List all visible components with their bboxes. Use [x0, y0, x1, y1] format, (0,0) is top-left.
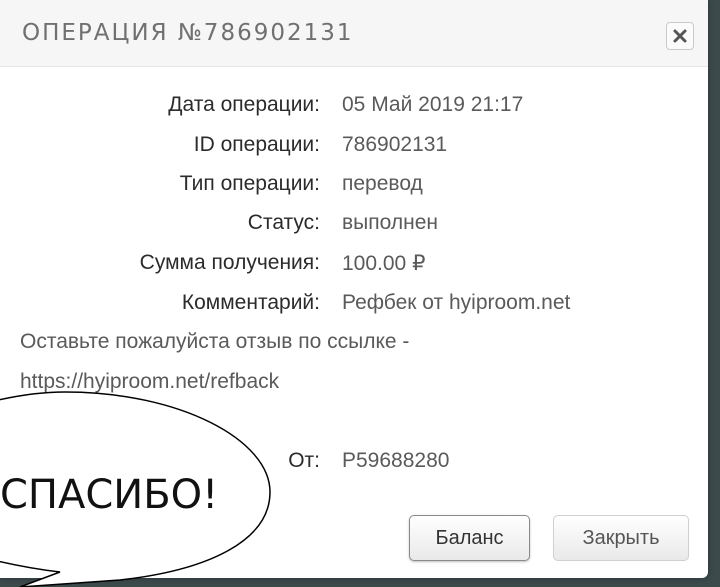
- detail-value: выполнен: [342, 211, 438, 234]
- refback-link[interactable]: https://hyiproom.net/refback: [20, 370, 279, 394]
- detail-value: 786902131: [342, 133, 448, 156]
- close-button[interactable]: [666, 22, 694, 50]
- detail-value: 05 Май 2019 21:17: [342, 93, 524, 116]
- detail-value: перевод: [342, 172, 423, 195]
- detail-label: ID операции:: [193, 133, 320, 156]
- detail-label: Статус:: [247, 211, 320, 234]
- detail-label: Тип операции:: [179, 172, 320, 195]
- detail-row-amount: Сумма получения: 100.00 ₽: [0, 251, 708, 283]
- comment-text-line: Оставьте пожалуйста отзыв по ссылке -: [20, 330, 410, 353]
- balance-button[interactable]: Баланс: [409, 515, 530, 561]
- speech-bubble-text: СПАСИБО!: [0, 472, 219, 518]
- detail-row-comment: Комментарий: Рефбек от hyiproom.net: [0, 291, 708, 323]
- detail-label: Сумма получения:: [139, 251, 320, 274]
- detail-label: Комментарий:: [181, 291, 320, 314]
- detail-row-date: Дата операции: 05 Май 2019 21:17: [0, 93, 708, 125]
- close-icon: [673, 29, 687, 43]
- detail-value: Рефбек от hyiproom.net: [342, 291, 571, 314]
- dialog-header: ОПЕРАЦИЯ №786902131: [0, 0, 708, 67]
- detail-value: P59688280: [342, 449, 450, 472]
- detail-label: От:: [288, 449, 320, 472]
- close-dialog-button[interactable]: Закрыть: [553, 515, 689, 561]
- detail-row-status: Статус: выполнен: [0, 211, 708, 243]
- dialog-title: ОПЕРАЦИЯ №786902131: [22, 20, 354, 46]
- detail-value: 100.00 ₽: [342, 252, 426, 275]
- detail-row-id: ID операции: 786902131: [0, 133, 708, 165]
- detail-label: Дата операции:: [168, 93, 320, 116]
- detail-row-type: Тип операции: перевод: [0, 172, 708, 204]
